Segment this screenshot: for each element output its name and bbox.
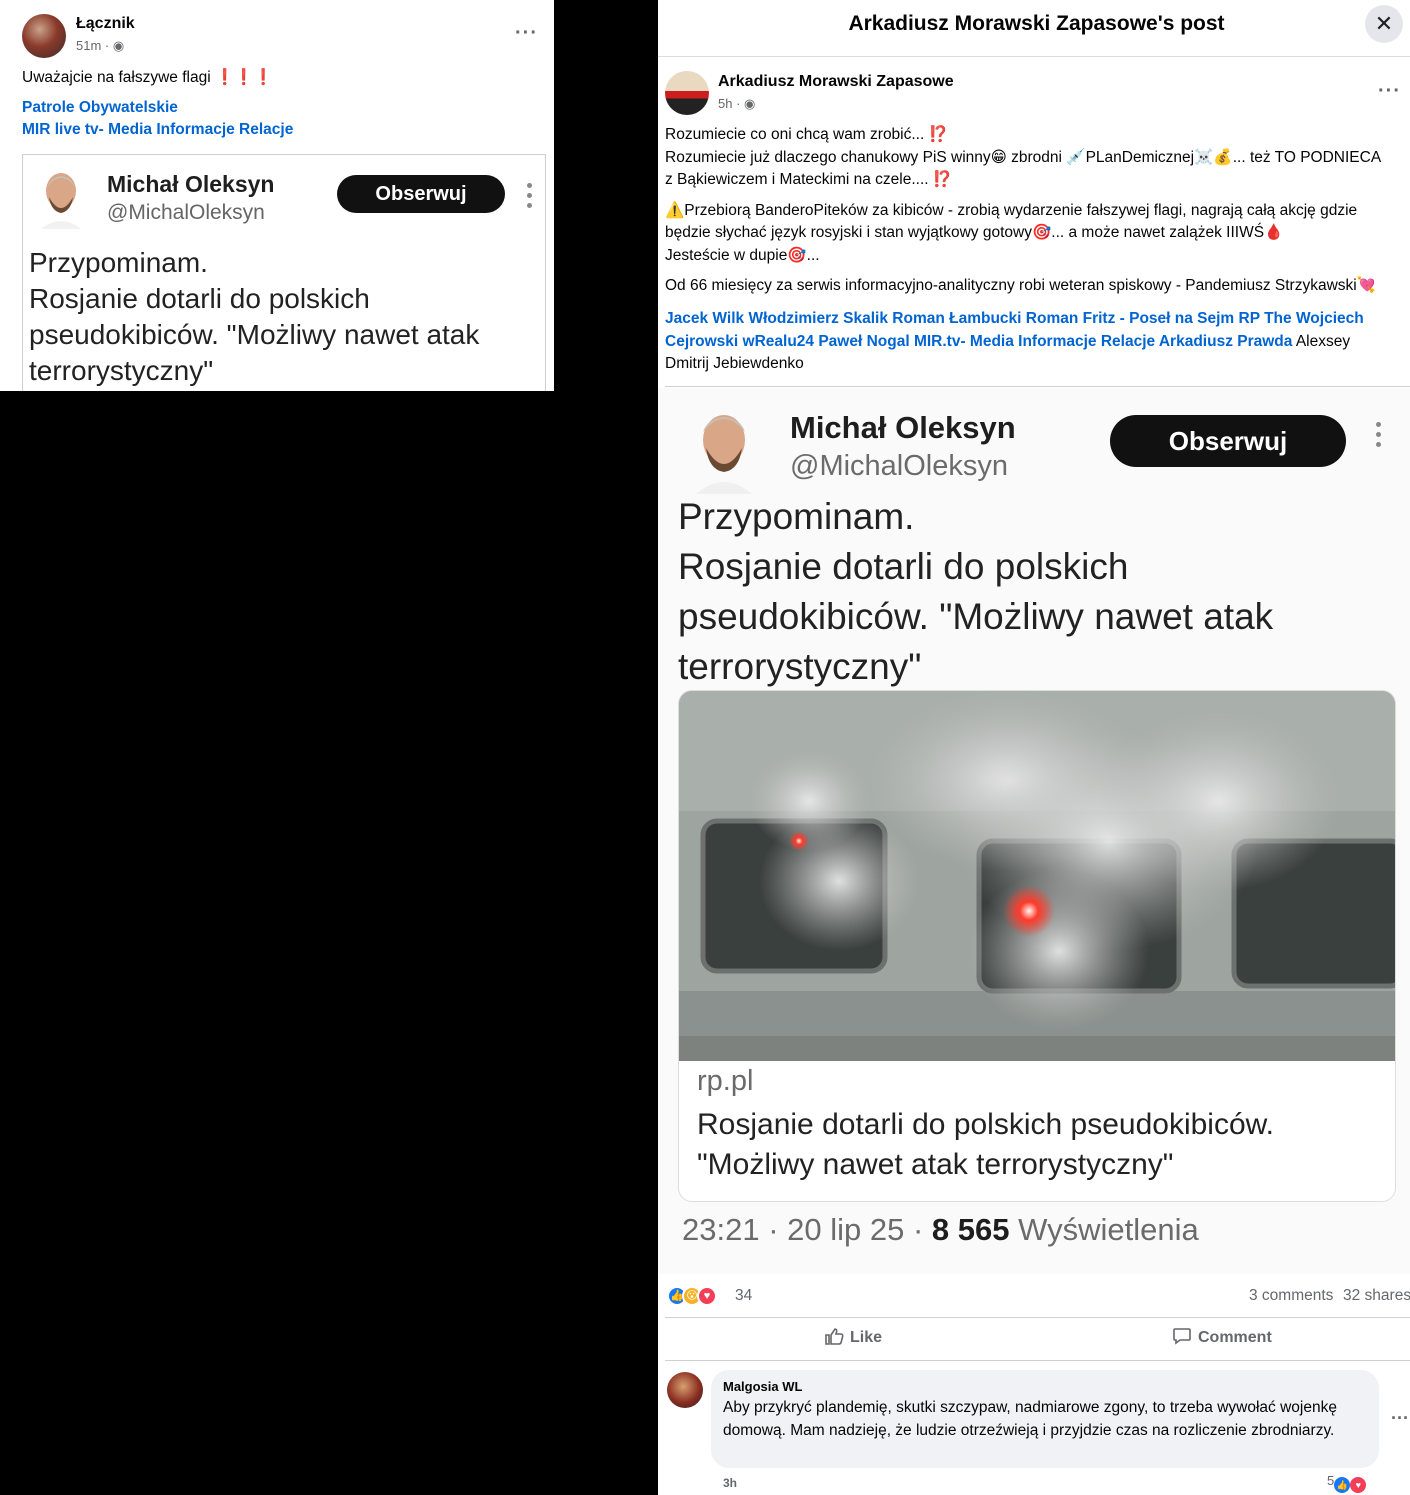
globe-icon: ◉ <box>112 38 125 53</box>
post-time[interactable]: 5h · ◉ <box>718 96 755 112</box>
comment-options-icon[interactable]: ··· <box>1391 1408 1409 1429</box>
post-dialog: Arkadiusz Morawski Zapasowe's post ✕ Ark… <box>658 0 1410 1495</box>
like-reaction-icon: 👍 <box>1334 1477 1351 1493</box>
tweet-meta: 23:21 · 20 lip 25 · 8 565 Wyświetlenia <box>682 1212 1199 1248</box>
tag-links[interactable]: Jacek Wilk Włodzimierz Skalik Roman Łamb… <box>665 308 1410 331</box>
tweet-text-line: Przypominam. <box>29 247 208 278</box>
comment-button[interactable]: Comment <box>1172 1326 1272 1352</box>
post-text-line: Jesteście w dupie🎯... <box>665 246 820 264</box>
card-title-line: "Możliwy nawet atak terrorystyczny" <box>697 1148 1174 1181</box>
tweet-time: 23:21 · 20 lip 25 · <box>682 1212 924 1247</box>
dialog-header: Arkadiusz Morawski Zapasowe's post ✕ <box>658 0 1410 57</box>
tweet-text-line: terrorystyczny" <box>29 355 214 386</box>
tweet-views-label: Wyświetlenia <box>1018 1212 1199 1247</box>
divider <box>665 386 1410 387</box>
comment-text: Aby przykryć plandemię, skutki szczypaw,… <box>723 1399 1337 1439</box>
comments-count[interactable]: 3 comments <box>1249 1287 1333 1305</box>
divider <box>665 1360 1410 1361</box>
tweet-author-name: Michał Oleksyn <box>107 171 275 197</box>
tweet-author-avatar <box>41 173 81 229</box>
more-options-icon[interactable]: ··· <box>515 22 538 45</box>
comment-label[interactable]: Comment <box>1198 1329 1272 1346</box>
post-text: Uważajcie na fałszywe flagi ❗❗❗ <box>22 68 273 87</box>
comment-reactions[interactable]: 5 👍 ♥ <box>1327 1473 1367 1493</box>
tag-links[interactable]: Cejrowski wRealu24 Paweł Nogal MIR.tv- M… <box>665 333 1292 350</box>
tweet-text-line: terrorystyczny" <box>678 646 922 687</box>
tweet-text-line: Rosjanie dotarli do polskich <box>29 283 370 314</box>
post-text-label: Uważajcie na fałszywe flagi <box>22 69 211 86</box>
more-options-icon[interactable]: ··· <box>1378 80 1401 103</box>
post-time-label[interactable]: 51m <box>76 38 101 53</box>
author-avatar[interactable] <box>22 14 66 58</box>
author-name[interactable]: Łącznik <box>76 15 135 33</box>
tweet-text: Przypominam. Rosjanie dotarli do polskic… <box>29 245 539 389</box>
divider <box>665 1317 1410 1318</box>
tweet-text-line: pseudokibiców. "Możliwy nawet atak <box>678 596 1274 637</box>
link-card: rp.pl Rosjanie dotarli do polskich pseud… <box>678 690 1396 1202</box>
follow-button: Obserwuj <box>1110 415 1346 467</box>
tag-plain[interactable]: Dmitrij Jebiewdenko <box>665 353 1410 376</box>
commenter-name[interactable]: Malgosia WL <box>723 1379 802 1394</box>
globe-icon: ◉ <box>744 96 756 111</box>
left-post: Łącznik 51m · ◉ ··· Uważajcie na fałszyw… <box>0 0 554 391</box>
tag-plain[interactable]: Alexsey <box>1296 333 1350 350</box>
post-time[interactable]: 51m · ◉ <box>76 38 124 54</box>
author-name[interactable]: Arkadiusz Morawski Zapasowe <box>718 73 954 91</box>
follow-button: Obserwuj <box>337 175 505 213</box>
kebab-icon <box>1376 422 1382 452</box>
tweet-text-line: pseudokibiców. "Możliwy nawet atak <box>29 319 480 350</box>
tweet-author-handle: @MichalOleksyn <box>107 201 265 224</box>
love-reaction-icon: ♥ <box>1350 1477 1367 1493</box>
post-time-label[interactable]: 5h <box>718 96 732 111</box>
shared-tweet-image[interactable]: Michał Oleksyn @MichalOleksyn Obserwuj P… <box>22 154 546 391</box>
tweet-text-line: Rosjanie dotarli do polskich <box>678 546 1129 587</box>
post-text-line: Rozumiecie co oni chcą wam zrobić... ⁉️ <box>665 126 948 143</box>
tweet-author-name: Michał Oleksyn <box>790 410 1016 445</box>
tag-link[interactable]: Patrole Obywatelskie <box>22 99 178 117</box>
post-text-line: z Bąkiewiczem i Mateckimi na czele.... ⁉… <box>665 171 953 188</box>
card-title-line: Rosjanie dotarli do polskich pseudokibic… <box>697 1108 1275 1141</box>
post-text-line: ⚠️Przebiorą BanderoPiteków za kibiców - … <box>665 201 1358 219</box>
tweet-text: Przypominam. Rosjanie dotarli do polskic… <box>678 492 1398 692</box>
exclamation-icon: ❗❗❗ <box>214 69 273 86</box>
card-title: Rosjanie dotarli do polskich pseudokibic… <box>697 1105 1387 1185</box>
reaction-count[interactable]: 34 <box>735 1287 752 1305</box>
comment-bubble: Malgosia WL Aby przykryć plandemię, skut… <box>711 1370 1379 1468</box>
tag-link[interactable]: MIR live tv- Media Informacje Relacje <box>22 121 293 139</box>
comment-icon <box>1173 1328 1191 1345</box>
love-reaction-icon[interactable]: ♥ <box>697 1286 717 1306</box>
dialog-title: Arkadiusz Morawski Zapasowe's post <box>848 12 1225 35</box>
close-icon[interactable]: ✕ <box>1365 5 1403 43</box>
shares-count[interactable]: 32 shares <box>1343 1287 1410 1305</box>
tweet-views: 8 565 <box>931 1212 1010 1247</box>
like-button[interactable]: Like <box>824 1326 882 1352</box>
post-text: Rozumiecie co oni chcą wam zrobić... ⁉️ … <box>665 124 1410 298</box>
thumbs-up-icon <box>825 1328 844 1345</box>
card-domain: rp.pl <box>697 1065 754 1097</box>
tweet-text-line: Przypominam. <box>678 496 915 537</box>
tweet-author-handle: @MichalOleksyn <box>790 450 1008 482</box>
comment-time[interactable]: 3h <box>723 1476 737 1490</box>
post-text-line: Od 66 miesięcy za serwis informacyjno-an… <box>665 277 1377 294</box>
post-text-line: Rozumiecie już dlaczego chanukowy PiS wi… <box>665 148 1382 166</box>
train-flare-photo <box>679 691 1395 1061</box>
reactions-row: 👍 😮 ♥ 34 3 comments 32 shares <box>667 1284 1410 1310</box>
post-image[interactable]: Michał Oleksyn @MichalOleksyn Obserwuj P… <box>658 388 1410 1274</box>
comment-reaction-count[interactable]: 5 <box>1327 1473 1334 1488</box>
like-label[interactable]: Like <box>850 1329 882 1346</box>
kebab-icon <box>527 183 533 213</box>
commenter-avatar[interactable] <box>667 1372 703 1408</box>
tweet-author-avatar <box>696 415 752 494</box>
tagged-pages: Jacek Wilk Włodzimierz Skalik Roman Łamb… <box>665 308 1410 376</box>
post-text-line: będzie słychać język rosyjski i stan wyj… <box>665 224 1284 241</box>
author-avatar[interactable] <box>665 71 709 115</box>
